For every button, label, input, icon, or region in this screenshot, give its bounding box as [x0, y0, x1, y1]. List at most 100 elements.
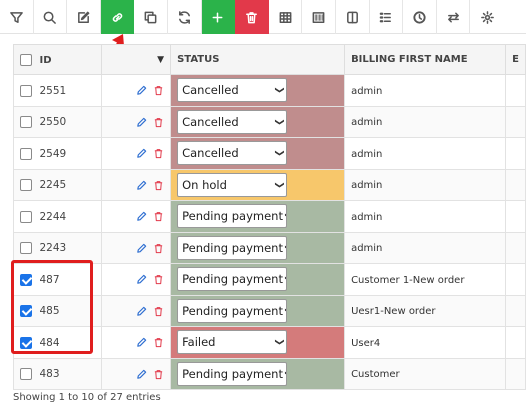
header-row: ID ▼ STATUS BILLING FIRST NAME E — [12, 44, 526, 75]
table-row[interactable]: 487 Pending payment ❯ Customer 1-New ord… — [12, 263, 526, 296]
row-checkbox[interactable] — [20, 305, 32, 318]
table-row[interactable]: 483 Pending payment ❯ Customer — [12, 357, 526, 390]
chevron-down-icon: ❯ — [273, 117, 284, 126]
trash-icon[interactable] — [153, 211, 164, 222]
pencil-icon[interactable] — [136, 369, 147, 380]
row-checkbox[interactable] — [20, 368, 32, 381]
table-row[interactable]: 2243 Pending payment ❯ admin — [12, 231, 526, 264]
actions-cell — [101, 326, 172, 359]
table-row[interactable]: 2549 Cancelled ❯ admin — [12, 137, 526, 170]
actions-cell — [101, 105, 172, 138]
pencil-icon[interactable] — [136, 148, 147, 159]
id-header[interactable]: ID — [12, 44, 103, 75]
actions-cell — [101, 294, 172, 327]
settings-button[interactable] — [470, 0, 504, 34]
search-button[interactable] — [34, 0, 68, 34]
trash-icon[interactable] — [153, 85, 164, 96]
trash-icon[interactable] — [153, 369, 164, 380]
edit-icon — [78, 11, 90, 23]
extra-cell — [505, 326, 526, 359]
chevron-down-icon: ❯ — [284, 244, 286, 252]
order-id: 485 — [39, 305, 60, 318]
list-button[interactable] — [370, 0, 404, 34]
chevron-down-icon: ❯ — [284, 275, 286, 283]
billing-cell: User4 — [344, 326, 507, 359]
billing-cell: Customer 1-New order — [344, 263, 507, 296]
refresh-button[interactable] — [168, 0, 202, 34]
row-checkbox[interactable] — [20, 210, 32, 223]
status-select[interactable]: Pending payment ❯ — [177, 235, 288, 260]
pencil-icon[interactable] — [136, 117, 147, 128]
table-row[interactable]: 485 Pending payment ❯ Uesr1-New order — [12, 294, 526, 327]
billing-first-name: admin — [351, 85, 383, 97]
status-select[interactable]: On hold ❯ — [177, 172, 288, 197]
row-checkbox[interactable] — [20, 242, 32, 255]
trash-icon[interactable] — [153, 306, 164, 317]
status-select[interactable]: Cancelled ❯ — [177, 141, 288, 166]
pencil-icon[interactable] — [136, 85, 147, 96]
link-button[interactable] — [100, 0, 135, 34]
table-view-button[interactable] — [269, 0, 303, 34]
status-select[interactable]: Pending payment ❯ — [177, 267, 288, 292]
status-cell: Cancelled ❯ — [170, 74, 346, 107]
trash-icon[interactable] — [153, 180, 164, 191]
trash-icon[interactable] — [153, 274, 164, 285]
status-value: Pending payment — [182, 303, 283, 318]
trash-icon[interactable] — [153, 243, 164, 254]
id-cell: 2550 — [12, 105, 103, 138]
table-row[interactable]: 2245 On hold ❯ admin — [12, 168, 526, 201]
row-checkbox[interactable] — [20, 116, 32, 129]
table-row[interactable]: 2551 Cancelled ❯ admin — [12, 74, 526, 107]
swap-button[interactable] — [437, 0, 471, 34]
select-all-checkbox[interactable] — [20, 53, 32, 66]
row-checkbox[interactable] — [20, 84, 32, 97]
list-icon — [380, 12, 392, 22]
table-row[interactable]: 2244 Pending payment ❯ admin — [12, 200, 526, 233]
status-cell: Cancelled ❯ — [170, 137, 346, 170]
actions-header: ▼ — [101, 44, 172, 75]
pencil-icon[interactable] — [136, 211, 147, 222]
billing-first-name: Uesr1-New order — [351, 306, 436, 318]
filter-button[interactable] — [0, 0, 34, 34]
id-cell: 2551 — [12, 74, 103, 107]
row-checkbox[interactable] — [20, 273, 32, 286]
swap-icon — [447, 12, 459, 22]
delete-button[interactable] — [235, 0, 269, 34]
table-row[interactable]: 2550 Cancelled ❯ admin — [12, 105, 526, 138]
actions-cell — [101, 137, 172, 170]
caret-down-icon[interactable]: ▼ — [157, 55, 164, 65]
extra-header[interactable]: E — [505, 44, 526, 75]
add-button[interactable] — [201, 0, 236, 34]
columns-button[interactable] — [336, 0, 370, 34]
status-header[interactable]: STATUS — [170, 44, 346, 75]
row-checkbox[interactable] — [20, 179, 32, 192]
barcode-button[interactable] — [302, 0, 336, 34]
status-select[interactable]: Cancelled ❯ — [177, 78, 288, 103]
billing-header[interactable]: BILLING FIRST NAME — [344, 44, 507, 75]
status-value: On hold — [182, 177, 227, 192]
row-checkbox[interactable] — [20, 336, 32, 349]
status-select[interactable]: Failed ❯ — [177, 330, 288, 355]
pencil-icon[interactable] — [136, 274, 147, 285]
pencil-icon[interactable] — [136, 306, 147, 317]
edit-button[interactable] — [67, 0, 101, 34]
status-select[interactable]: Pending payment ❯ — [177, 204, 288, 229]
duplicate-button[interactable] — [134, 0, 168, 34]
order-id: 484 — [39, 336, 60, 349]
trash-icon[interactable] — [153, 148, 164, 159]
pencil-icon[interactable] — [136, 337, 147, 348]
extra-cell — [505, 294, 526, 327]
trash-icon[interactable] — [153, 117, 164, 128]
trash-icon[interactable] — [153, 337, 164, 348]
status-select[interactable]: Pending payment ❯ — [177, 361, 288, 386]
billing-cell: admin — [344, 200, 507, 233]
status-select[interactable]: Pending payment ❯ — [177, 298, 288, 323]
id-cell: 2243 — [12, 231, 103, 264]
history-button[interactable] — [403, 0, 437, 34]
row-checkbox[interactable] — [20, 147, 32, 160]
pencil-icon[interactable] — [136, 180, 147, 191]
table-row[interactable]: 484 Failed ❯ User4 — [12, 326, 526, 359]
pencil-icon[interactable] — [136, 243, 147, 254]
status-select[interactable]: Cancelled ❯ — [177, 109, 288, 134]
extra-cell — [505, 137, 526, 170]
